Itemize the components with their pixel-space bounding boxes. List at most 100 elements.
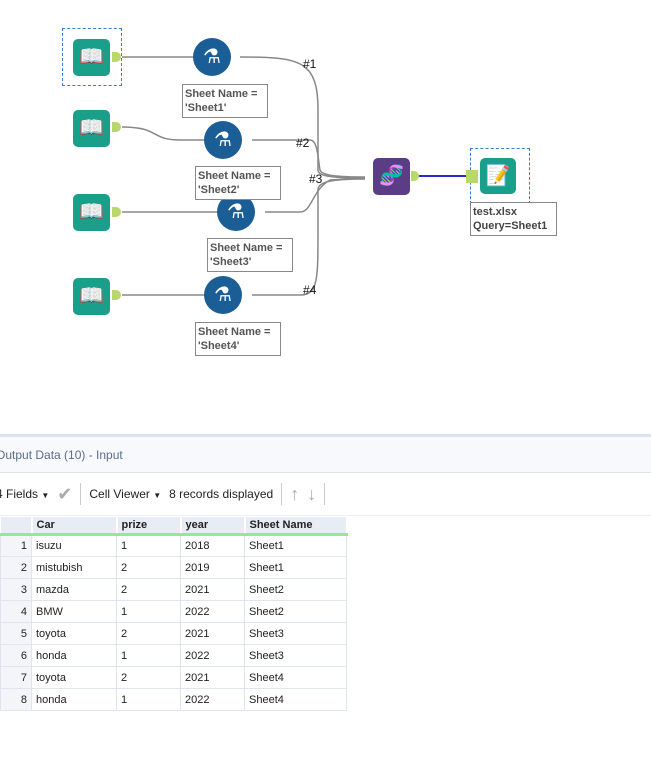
divider bbox=[281, 483, 283, 505]
table-cell[interactable]: 1 bbox=[116, 600, 181, 623]
input-anchor[interactable] bbox=[466, 170, 478, 183]
table-row: 4 BMW 1 2022 Sheet2 bbox=[0, 600, 347, 623]
connection-label-4: #4 bbox=[303, 283, 317, 297]
flask-icon: ⚗ bbox=[203, 46, 221, 68]
table-cell[interactable]: 2 bbox=[116, 622, 181, 645]
arrow-up-icon[interactable]: ↑ bbox=[290, 484, 299, 505]
table-cell[interactable]: 2022 bbox=[180, 600, 245, 623]
filter-annotation-4: Sheet Name = 'Sheet4' bbox=[195, 322, 281, 356]
row-number[interactable]: 6 bbox=[0, 644, 32, 667]
filter-tool-4[interactable]: ⚗ bbox=[204, 276, 242, 314]
flask-icon: ⚗ bbox=[214, 284, 232, 306]
table-cell[interactable]: Sheet1 bbox=[244, 556, 347, 579]
fields-dropdown[interactable]: 4 Fields ▼ bbox=[0, 487, 49, 501]
workflow-canvas[interactable]: 📖 📖 📖 📖 ⚗ ⚗ ⚗ ⚗ Sheet Name = 'Sheet1' Sh… bbox=[0, 0, 651, 432]
results-toolbar: 4 Fields ▼ ✔ Cell Viewer ▼ 8 records dis… bbox=[0, 473, 651, 516]
input-data-tool-2[interactable]: 📖 bbox=[73, 110, 110, 147]
table-row: 8 honda 1 2022 Sheet4 bbox=[0, 688, 347, 711]
row-number[interactable]: 4 bbox=[0, 600, 32, 623]
table-cell[interactable]: 2 bbox=[116, 556, 181, 579]
table-cell[interactable]: BMW bbox=[31, 600, 117, 623]
book-icon: 📖 bbox=[79, 201, 104, 223]
table-cell[interactable]: Sheet2 bbox=[244, 578, 347, 601]
filter-annotation-1: Sheet Name = 'Sheet1' bbox=[182, 84, 268, 118]
table-cell[interactable]: 1 bbox=[116, 644, 181, 667]
row-number[interactable]: 7 bbox=[0, 666, 32, 689]
table-cell[interactable]: 2 bbox=[116, 578, 181, 601]
viewer-label: Cell Viewer bbox=[89, 487, 150, 501]
flask-icon: ⚗ bbox=[214, 129, 232, 151]
table-row: 7 toyota 2 2021 Sheet4 bbox=[0, 666, 347, 689]
table-cell[interactable]: mazda bbox=[31, 578, 117, 601]
table-cell[interactable]: 1 bbox=[116, 688, 181, 711]
table-cell[interactable]: 2022 bbox=[180, 688, 245, 711]
output-data-tool[interactable]: 📝 bbox=[480, 158, 516, 194]
table-cell[interactable]: Sheet4 bbox=[244, 688, 347, 711]
row-number[interactable]: 2 bbox=[0, 556, 32, 579]
row-number[interactable]: 5 bbox=[0, 622, 32, 645]
arrow-down-icon[interactable]: ↓ bbox=[307, 484, 316, 505]
table-cell[interactable]: Sheet2 bbox=[244, 600, 347, 623]
table-cell[interactable]: isuzu bbox=[31, 534, 117, 557]
table-row: 2 mistubish 2 2019 Sheet1 bbox=[0, 556, 347, 579]
records-count: 8 records displayed bbox=[169, 487, 274, 501]
document-edit-icon: 📝 bbox=[485, 165, 511, 187]
divider bbox=[80, 483, 82, 505]
row-number[interactable]: 1 bbox=[0, 534, 32, 557]
table-cell[interactable]: 2 bbox=[116, 666, 181, 689]
connection-label-3: #3 bbox=[309, 172, 323, 186]
row-number[interactable]: 8 bbox=[0, 688, 32, 711]
table-cell[interactable]: mistubish bbox=[31, 556, 117, 579]
table-cell[interactable]: 2022 bbox=[180, 644, 245, 667]
table-cell[interactable]: 2021 bbox=[180, 622, 245, 645]
table-cell[interactable]: 2019 bbox=[180, 556, 245, 579]
filter-annotation-2: Sheet Name = 'Sheet2' bbox=[195, 166, 281, 200]
table-cell[interactable]: 2021 bbox=[180, 578, 245, 601]
divider bbox=[324, 483, 326, 505]
table-cell[interactable]: 2018 bbox=[180, 534, 245, 557]
column-header[interactable]: Sheet Name bbox=[244, 517, 348, 536]
check-icon[interactable]: ✔ bbox=[57, 484, 72, 505]
column-header[interactable]: Car bbox=[31, 517, 118, 536]
book-icon: 📖 bbox=[79, 46, 104, 68]
table-row: 5 toyota 2 2021 Sheet3 bbox=[0, 622, 347, 645]
flask-icon: ⚗ bbox=[227, 201, 245, 223]
filter-tool-1[interactable]: ⚗ bbox=[193, 38, 231, 76]
filter-tool-2[interactable]: ⚗ bbox=[204, 121, 242, 159]
table-cell[interactable]: honda bbox=[31, 644, 117, 667]
input-data-tool-3[interactable]: 📖 bbox=[73, 194, 110, 231]
column-header[interactable]: year bbox=[180, 517, 246, 536]
book-icon: 📖 bbox=[79, 285, 104, 307]
column-header[interactable]: prize bbox=[116, 517, 182, 536]
input-data-tool-1[interactable]: 📖 bbox=[73, 39, 110, 76]
table-cell[interactable]: toyota bbox=[31, 666, 117, 689]
book-icon: 📖 bbox=[79, 117, 104, 139]
row-number[interactable]: 3 bbox=[0, 578, 32, 601]
table-cell[interactable]: 2021 bbox=[180, 666, 245, 689]
input-data-tool-4[interactable]: 📖 bbox=[73, 278, 110, 315]
table-row: 6 honda 1 2022 Sheet3 bbox=[0, 644, 347, 667]
cell-viewer-dropdown[interactable]: Cell Viewer ▼ bbox=[89, 487, 161, 501]
output-annotation: test.xlsx Query=Sheet1 bbox=[470, 202, 557, 236]
table-row: 1 isuzu 1 2018 Sheet1 bbox=[0, 534, 347, 557]
filter-annotation-3: Sheet Name = 'Sheet3' bbox=[207, 238, 293, 272]
connection-label-2: #2 bbox=[296, 136, 310, 150]
table-cell[interactable]: Sheet3 bbox=[244, 644, 347, 667]
connection-label-1: #1 bbox=[303, 57, 317, 71]
table-cell[interactable]: honda bbox=[31, 688, 117, 711]
table-row: 3 mazda 2 2021 Sheet2 bbox=[0, 578, 347, 601]
row-number-header bbox=[0, 517, 33, 536]
chevron-down-icon: ▼ bbox=[153, 491, 162, 500]
table-cell[interactable]: Sheet1 bbox=[244, 534, 347, 557]
results-panel: Output Data (10) - Input 4 Fields ▼ ✔ Ce… bbox=[0, 434, 651, 774]
panel-title: Output Data (10) - Input bbox=[0, 437, 651, 473]
table-cell[interactable]: toyota bbox=[31, 622, 117, 645]
results-table: Car prize year Sheet Name 1 isuzu 1 2018 Sheet1… bbox=[0, 517, 348, 711]
chevron-down-icon: ▼ bbox=[41, 491, 50, 500]
union-tool[interactable]: 🧬 bbox=[373, 158, 410, 195]
fields-label: 4 Fields bbox=[0, 487, 39, 501]
dna-icon: 🧬 bbox=[379, 165, 404, 187]
table-cell[interactable]: 1 bbox=[116, 534, 181, 557]
table-cell[interactable]: Sheet4 bbox=[244, 666, 347, 689]
table-cell[interactable]: Sheet3 bbox=[244, 622, 347, 645]
